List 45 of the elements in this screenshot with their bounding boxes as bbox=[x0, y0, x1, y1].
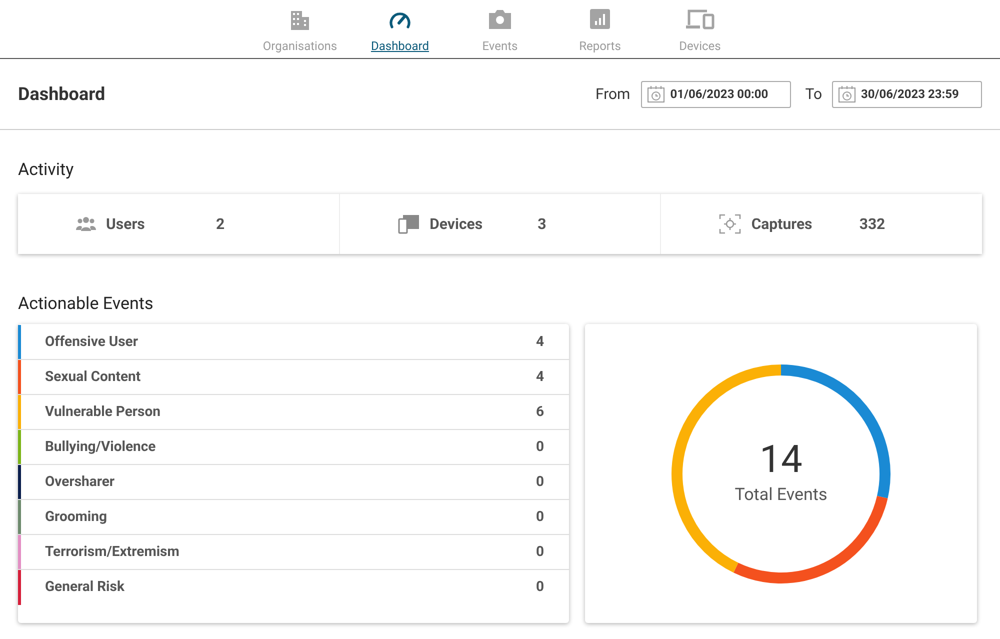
building-icon bbox=[289, 8, 311, 30]
nav-tab[interactable]: Reports bbox=[550, 0, 650, 58]
section-title: Actionable Events bbox=[18, 293, 154, 315]
date-field[interactable]: 01/06/2023 00:00 bbox=[641, 80, 792, 108]
event-label: Bullying/Violence bbox=[45, 438, 157, 456]
page-title: Dashboard bbox=[18, 82, 106, 106]
event-label: Offensive User bbox=[45, 332, 139, 352]
calendar-clock-icon bbox=[838, 86, 856, 102]
event-label: Grooming bbox=[45, 508, 108, 526]
calendar-clock-icon bbox=[647, 86, 666, 102]
stat-label: Users bbox=[106, 214, 145, 235]
event-count: 4 bbox=[536, 332, 544, 352]
stat-value: 3 bbox=[538, 214, 546, 235]
bar-chart-icon bbox=[589, 8, 611, 30]
event-count: 0 bbox=[536, 438, 544, 456]
total-count: 14 bbox=[760, 438, 802, 481]
event-label: Terrorism/Extremism bbox=[45, 542, 180, 562]
stat-label: Devices bbox=[430, 214, 483, 235]
event-label: Oversharer bbox=[45, 472, 116, 492]
nav-tab[interactable]: Devices bbox=[650, 0, 750, 58]
devices-icon bbox=[398, 214, 420, 234]
nav-tab[interactable]: Events bbox=[450, 0, 550, 58]
date-field[interactable]: 30/06/2023 23:59 bbox=[832, 80, 982, 108]
stat-value: 2 bbox=[216, 214, 225, 235]
event-count: 0 bbox=[536, 542, 544, 562]
event-label: Vulnerable Person bbox=[45, 402, 162, 422]
nav-tab[interactable]: Organisations bbox=[250, 0, 350, 58]
event-label: Sexual Content bbox=[45, 368, 142, 386]
devices-icon bbox=[685, 8, 715, 30]
event-count: 0 bbox=[536, 578, 544, 597]
capture-icon bbox=[719, 214, 742, 234]
from-label: From bbox=[595, 84, 630, 105]
camera-icon bbox=[487, 8, 513, 30]
total-label: Total Events bbox=[734, 484, 828, 507]
stat-value: 332 bbox=[859, 214, 886, 235]
users-icon bbox=[76, 216, 96, 232]
stat-label: Captures bbox=[751, 214, 812, 235]
event-count: 4 bbox=[536, 368, 544, 386]
event-count: 6 bbox=[536, 402, 544, 422]
event-count: 0 bbox=[536, 472, 544, 492]
event-count: 0 bbox=[536, 508, 544, 526]
nav-tab[interactable]: Dashboard bbox=[350, 0, 450, 58]
to-label: To bbox=[805, 84, 822, 105]
section-title: Activity bbox=[18, 159, 75, 181]
event-label: General Risk bbox=[45, 578, 126, 597]
